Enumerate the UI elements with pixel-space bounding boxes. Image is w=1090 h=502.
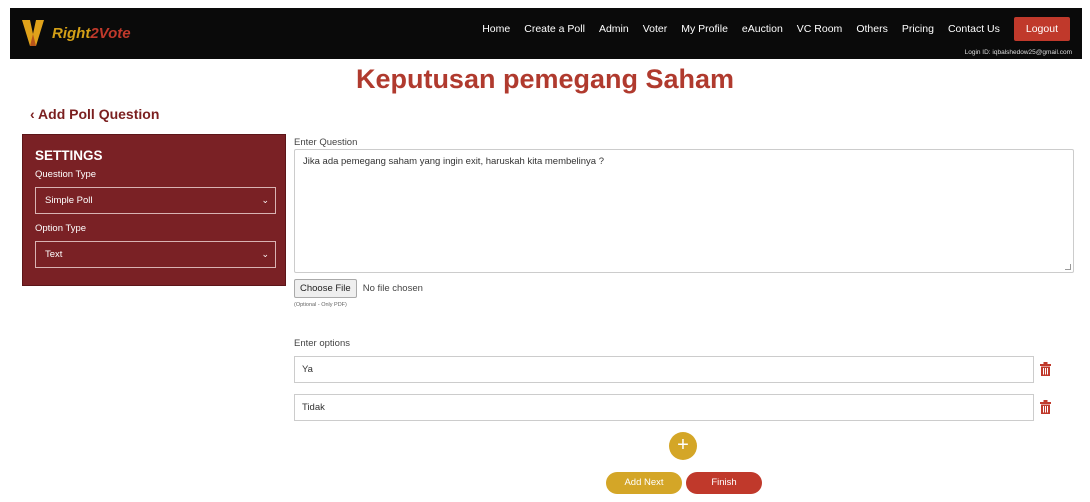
resize-handle[interactable] (1065, 264, 1071, 270)
nav-home[interactable]: Home (482, 23, 510, 35)
option-type-label: Option Type (35, 223, 87, 234)
option-value: Ya (302, 364, 313, 375)
trash-icon[interactable] (1039, 362, 1052, 376)
login-id-text: Login ID: iqbalshedow25@gmail.com (964, 49, 1072, 56)
plus-icon: + (677, 434, 689, 456)
trash-icon[interactable] (1039, 400, 1052, 414)
nav-contact-us[interactable]: Contact Us (948, 23, 1000, 35)
chevron-down-icon: ⌄ (261, 249, 269, 259)
option-input-2[interactable]: Tidak (294, 394, 1034, 421)
question-textarea[interactable]: Jika ada pemegang saham yang ingin exit,… (294, 149, 1074, 273)
nav-menu: Home Create a Poll Admin Voter My Profil… (468, 17, 1070, 41)
chevron-down-icon: ⌄ (261, 195, 269, 205)
chevron-left-icon: ‹ (30, 106, 35, 122)
nav-pricing[interactable]: Pricing (902, 23, 934, 35)
top-navbar: Right2Vote Home Create a Poll Admin Vote… (10, 8, 1082, 59)
nav-eauction[interactable]: eAuction (742, 23, 783, 35)
option-input-1[interactable]: Ya (294, 356, 1034, 383)
file-hint: (Optional - Only PDF) (294, 302, 347, 308)
file-upload: Choose File No file chosen (294, 279, 423, 298)
v-logo-icon (22, 20, 44, 46)
nav-voter[interactable]: Voter (643, 23, 668, 35)
settings-title: SETTINGS (35, 148, 103, 163)
option-type-value: Text (45, 249, 63, 260)
file-status: No file chosen (362, 283, 423, 294)
add-next-button[interactable]: Add Next (606, 472, 682, 494)
settings-panel: SETTINGS Question Type Simple Poll ⌄ Opt… (22, 134, 286, 286)
question-type-label: Question Type (35, 169, 97, 180)
options-label: Enter options (294, 338, 350, 349)
finish-button[interactable]: Finish (686, 472, 762, 494)
option-type-select[interactable]: Text ⌄ (35, 241, 276, 268)
nav-my-profile[interactable]: My Profile (681, 23, 728, 35)
question-text: Jika ada pemegang saham yang ingin exit,… (303, 156, 605, 167)
option-value: Tidak (302, 402, 325, 413)
brand-name: Right2Vote (52, 24, 131, 42)
question-type-select[interactable]: Simple Poll ⌄ (35, 187, 276, 214)
nav-vc-room[interactable]: VC Room (797, 23, 843, 35)
back-link[interactable]: ‹ Add Poll Question (30, 106, 159, 122)
nav-create-poll[interactable]: Create a Poll (524, 23, 585, 35)
nav-admin[interactable]: Admin (599, 23, 629, 35)
logout-button[interactable]: Logout (1013, 17, 1070, 41)
nav-others[interactable]: Others (856, 23, 888, 35)
question-type-value: Simple Poll (45, 195, 93, 206)
choose-file-button[interactable]: Choose File (294, 279, 357, 298)
page-title: Keputusan pemegang Saham (355, 64, 735, 94)
question-label: Enter Question (294, 137, 358, 148)
back-link-label: Add Poll Question (38, 106, 160, 122)
brand-logo[interactable]: Right2Vote (22, 18, 131, 48)
add-option-button[interactable]: + (669, 432, 697, 460)
